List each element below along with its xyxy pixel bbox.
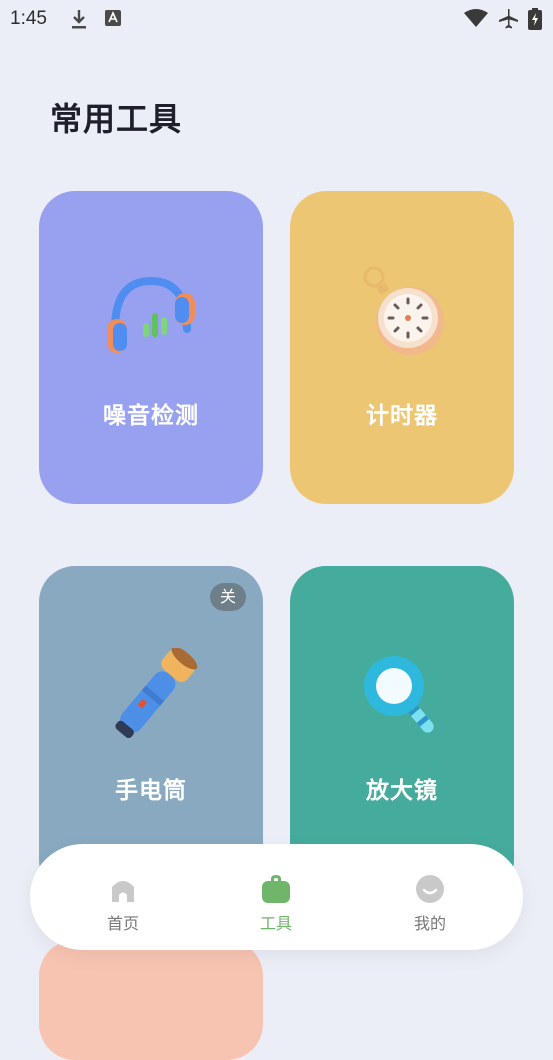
home-icon xyxy=(112,881,134,902)
toolbox-icon xyxy=(262,875,290,903)
tool-card-timer[interactable]: 计时器 xyxy=(290,191,514,504)
airplane-icon xyxy=(499,9,518,29)
tool-card-noise-detection[interactable]: 噪音检测 xyxy=(39,191,263,504)
flashlight-toggle[interactable]: 关 xyxy=(210,583,246,611)
battery-charging-icon xyxy=(528,8,542,30)
bottom-nav: 首页 工具 我的 xyxy=(30,844,523,950)
nav-item-home[interactable]: 首页 xyxy=(73,844,173,950)
download-icon xyxy=(72,10,86,29)
status-bar: 1:45 xyxy=(0,0,553,38)
headphones-icon xyxy=(107,276,195,353)
nav-item-profile[interactable]: 我的 xyxy=(380,844,480,950)
profile-icon xyxy=(416,875,444,903)
nav-label: 我的 xyxy=(413,914,446,933)
tool-label: 手电筒 xyxy=(115,778,187,804)
stopwatch-icon xyxy=(363,266,444,355)
nav-label: 工具 xyxy=(259,914,292,933)
tool-label: 噪音检测 xyxy=(103,403,199,429)
nav-item-tools[interactable]: 工具 xyxy=(226,844,326,950)
magnifier-icon xyxy=(364,656,434,733)
flashlight-icon xyxy=(115,648,198,739)
wifi-icon xyxy=(464,9,488,27)
tool-label: 计时器 xyxy=(366,403,438,429)
status-time: 1:45 xyxy=(10,8,47,29)
tool-card-partial[interactable] xyxy=(39,940,263,1060)
nav-label: 首页 xyxy=(106,914,139,933)
keyboard-a-icon xyxy=(105,10,121,26)
page-title: 常用工具 xyxy=(50,100,183,138)
tool-label: 放大镜 xyxy=(366,778,438,804)
